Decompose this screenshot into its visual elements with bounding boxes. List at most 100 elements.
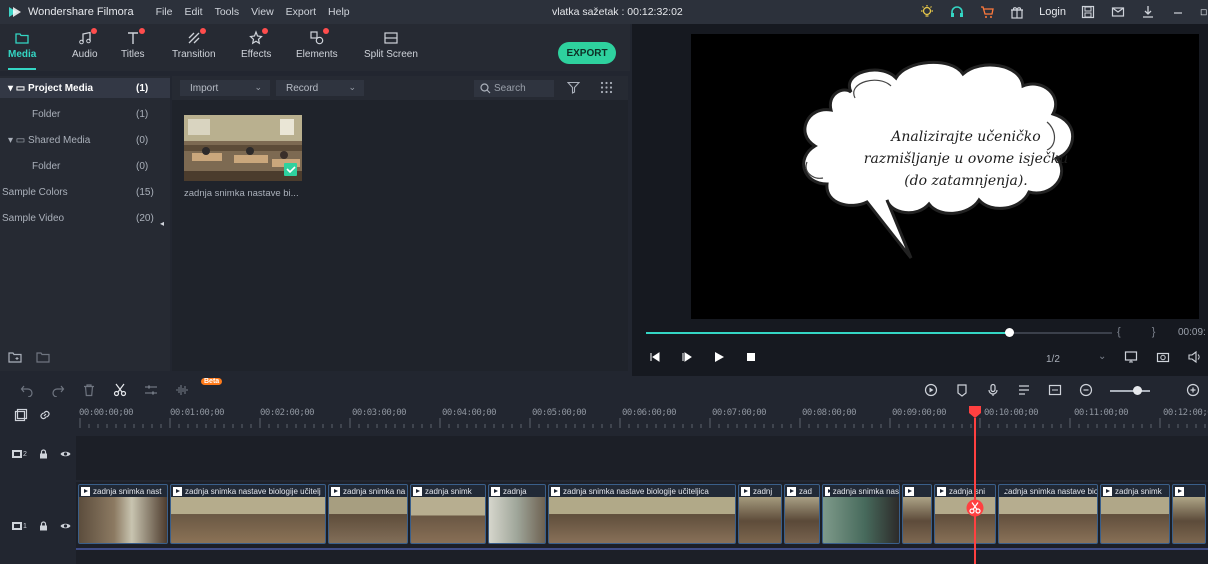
playhead[interactable] [974,418,976,564]
step-forward-icon[interactable] [680,350,694,364]
login-link[interactable]: Login [1039,6,1066,18]
timeline-clip[interactable]: zadnja snimk [1100,484,1170,544]
tab-media-label: Media [8,49,37,60]
clip-label: zadnja snimka nas [832,486,899,496]
menu-edit[interactable]: Edit [184,6,202,18]
tab-audio[interactable]: Audio [72,28,98,60]
chevron-down-icon[interactable]: ⌄ [1098,351,1106,364]
folder-outline-icon[interactable] [36,350,50,364]
timeline-ruler[interactable]: 00:00:00;00 00:01:00;00 00:02:00;00 00:0… [0,404,1208,434]
tab-transition[interactable]: Transition [172,28,216,60]
menu-file[interactable]: File [156,6,173,18]
play-badge-icon [787,486,796,496]
headset-icon[interactable] [949,4,965,20]
link-icon[interactable] [38,408,52,422]
menu-tools[interactable]: Tools [215,6,240,18]
scrubber-handle[interactable] [1005,328,1015,337]
tab-titles[interactable]: Titles [121,28,145,60]
new-folder-icon[interactable] [8,350,22,364]
menu-help[interactable]: Help [328,6,350,18]
timeline-clip[interactable]: zadnja snimka nastave biolo [998,484,1098,544]
audio-waveform-icon[interactable] [175,383,189,397]
folder-icon [14,30,30,46]
library-item-sample-video[interactable]: Sample Video (20) [0,208,170,228]
adjust-icon[interactable] [144,383,158,397]
zoom-slider-handle[interactable] [1133,386,1142,395]
delete-icon[interactable] [82,383,96,397]
library-item-project-media[interactable]: ▾ ▭ Project Media (1) [0,78,170,98]
timeline-clip[interactable]: zadnja sni [934,484,996,544]
play-icon[interactable] [712,350,726,364]
render-icon[interactable] [924,383,938,397]
zoom-in-icon[interactable] [1186,383,1200,397]
monitor-icon[interactable] [1124,350,1138,364]
undo-icon[interactable] [20,383,34,397]
mail-icon[interactable] [1110,4,1126,20]
redo-icon[interactable] [51,383,65,397]
save-icon[interactable] [1080,4,1096,20]
tab-elements[interactable]: Elements [296,28,338,60]
tab-split-screen[interactable]: Split Screen [364,30,418,60]
import-dropdown[interactable]: Import ⌄ [180,80,270,96]
lightbulb-icon[interactable] [919,4,935,20]
timeline-clip[interactable]: zad [784,484,820,544]
zoom-out-icon[interactable] [1079,383,1093,397]
media-thumbnail[interactable] [184,115,302,181]
library-item-folder[interactable]: Folder (1) [0,104,170,124]
add-track-icon[interactable] [14,408,28,422]
zoom-slider[interactable] [1110,390,1150,392]
library-item-shared-folder[interactable]: Folder (0) [0,156,170,176]
stop-icon[interactable] [744,350,758,364]
export-button[interactable]: EXPORT [558,42,616,64]
minimize-icon[interactable] [1170,4,1186,20]
tab-split-screen-label: Split Screen [364,49,418,60]
timeline-clip[interactable]: zadnja snimka nastave biologije učitelj [170,484,326,544]
menu-export[interactable]: Export [286,6,316,18]
timeline-clip[interactable]: zadnj [738,484,782,544]
mixer-icon[interactable] [1017,383,1031,397]
timeline-clip[interactable]: zadnja snimk [410,484,486,544]
gift-icon[interactable] [1009,4,1025,20]
download-icon[interactable] [1140,4,1156,20]
clip-thumbnail [999,497,1097,543]
timeline-clip[interactable]: zadnja [488,484,546,544]
library-item-shared-media[interactable]: ▾ ▭ Shared Media (0) [0,130,170,150]
lock-icon[interactable] [39,449,48,459]
grid-view-icon[interactable] [600,81,613,94]
playhead-handle[interactable] [968,405,982,419]
menu-view[interactable]: View [251,6,274,18]
timeline-clip[interactable] [902,484,932,544]
volume-icon[interactable] [1188,350,1202,364]
camera-icon[interactable] [1156,350,1170,364]
timeline-clip[interactable]: zadnja snimka na [328,484,408,544]
restore-icon[interactable] [1200,4,1208,20]
folder-label: Folder [32,108,61,120]
lock-icon[interactable] [39,521,48,531]
record-dropdown[interactable]: Record ⌄ [276,80,364,96]
filter-icon[interactable] [567,81,580,94]
library-item-sample-colors[interactable]: Sample Colors (15) [0,182,170,202]
timeline-clip[interactable]: zadnja snimka nast [78,484,168,544]
video-track-1[interactable]: zadnja snimka nast zadnja snimka nastave… [76,482,1208,564]
cart-icon[interactable] [979,4,995,20]
search-input[interactable]: Search [474,80,554,97]
timeline-clip[interactable]: zadnja snimka nas [822,484,900,544]
skip-back-icon[interactable] [648,350,662,364]
scissors-cut-icon[interactable] [966,499,984,517]
playback-scrubber[interactable] [646,328,1112,337]
tab-effects[interactable]: Effects [241,28,271,60]
playback-quality-select[interactable]: 1/2 [1046,354,1060,365]
video-track-2[interactable] [76,436,1208,480]
ruler-label: 00:04:00;00 [442,408,497,418]
collapse-arrow-icon[interactable]: ◂ [160,219,164,228]
microphone-icon[interactable] [986,383,1000,397]
mark-in-out-buttons[interactable]: { } [1117,326,1169,338]
fit-timeline-icon[interactable] [1048,383,1062,397]
scissors-icon[interactable] [113,383,127,397]
timeline-clip[interactable]: zadnja snimka nastave biologije učitelji… [548,484,736,544]
marker-icon[interactable] [955,383,969,397]
tab-media[interactable]: Media [8,30,36,60]
eye-icon[interactable] [60,522,71,530]
timeline-clip[interactable] [1172,484,1206,544]
eye-icon[interactable] [60,450,71,458]
